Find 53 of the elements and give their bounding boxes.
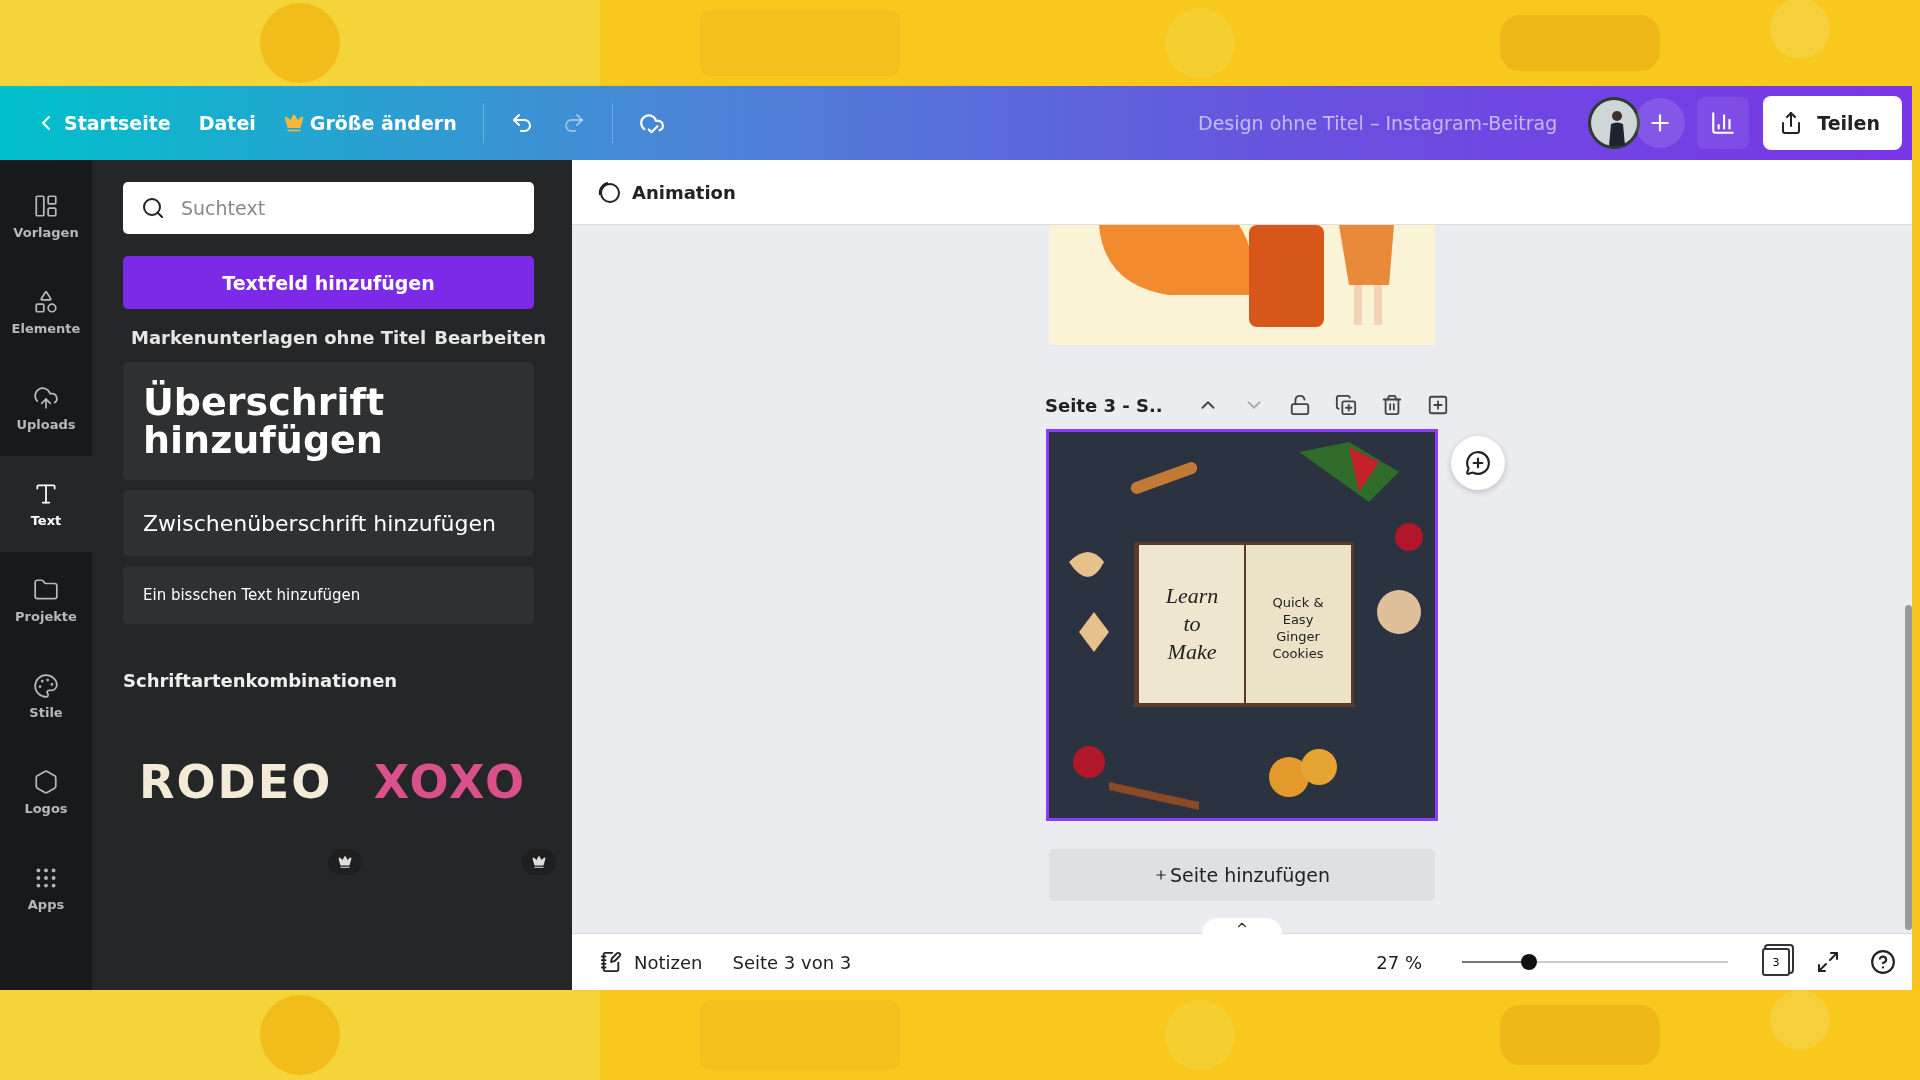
animation-icon: [596, 179, 622, 205]
search-field[interactable]: Suchtext: [123, 182, 534, 234]
crown-icon: [283, 113, 304, 133]
slider-thumb[interactable]: [1520, 954, 1537, 970]
insights-button[interactable]: [1697, 97, 1750, 149]
heading-preset[interactable]: Überschrift hinzufügen: [123, 362, 534, 480]
crown-icon: [522, 849, 556, 875]
scrollbar[interactable]: [1905, 605, 1912, 930]
section-heading: Schriftartenkombinationen: [123, 670, 399, 691]
zoom-value: 27 %: [1376, 951, 1422, 973]
add-page-icon: [1426, 394, 1449, 416]
sidebar-item[interactable]: Logos: [0, 744, 92, 840]
sidebar-item[interactable]: Elemente: [0, 264, 92, 360]
sidebar-item[interactable]: Projekte: [0, 552, 92, 648]
body-text-preset[interactable]: Ein bisschen Text hinzufügen: [123, 566, 534, 624]
notes-icon: [600, 951, 622, 973]
expand-icon: [1816, 950, 1840, 974]
upload-icon: [33, 384, 59, 411]
hexagon-icon: [33, 768, 59, 795]
shapes-icon: [33, 288, 59, 315]
subheading-preset[interactable]: Zwischenüberschrift hinzufügen: [123, 490, 534, 556]
design-title: Design ohne Titel – Instagram-Beitrag: [1198, 112, 1558, 134]
sidebar-item[interactable]: Apps: [0, 840, 92, 936]
font-combination[interactable]: RODEO: [139, 755, 333, 809]
sidebar-item[interactable]: Stile: [0, 648, 92, 744]
comment-icon: [1465, 450, 1491, 476]
help-icon: [1870, 949, 1896, 975]
font-combination[interactable]: XOXO: [373, 755, 526, 809]
share-button[interactable]: Teilen: [1763, 96, 1902, 150]
search-icon: [141, 196, 165, 220]
avatar[interactable]: [1587, 96, 1642, 150]
page-label: Seite 3 - S..: [1045, 394, 1163, 416]
brand-kit-name: Markenunterlagen ohne Titel: [131, 327, 427, 348]
template-icon: [33, 192, 59, 219]
add-comment-button[interactable]: [1451, 436, 1505, 490]
bar-chart-icon: [1710, 110, 1737, 136]
notes-button[interactable]: Notizen: [594, 950, 709, 974]
palette-icon: [33, 672, 59, 699]
trash-icon: [1380, 394, 1403, 416]
sidebar-item[interactable]: Vorlagen: [0, 168, 92, 264]
crown-icon: [328, 849, 363, 875]
plus-icon: [1153, 868, 1168, 882]
page-indicator: Seite 3 von 3: [732, 951, 852, 973]
edit-link[interactable]: Bearbeiten: [434, 327, 546, 348]
add-person-button[interactable]: [1635, 98, 1686, 148]
sidebar-item[interactable]: Uploads: [0, 360, 92, 456]
animation-button[interactable]: Animation: [590, 178, 742, 206]
copy-icon: [1334, 394, 1357, 416]
folder-icon: [33, 576, 59, 603]
add-textbox-button[interactable]: Textfeld hinzufügen: [123, 256, 534, 309]
add-page-button[interactable]: Seite hinzufügen: [1049, 849, 1435, 901]
lock-icon: [1288, 394, 1311, 416]
sidebar-item[interactable]: Text: [0, 456, 92, 552]
